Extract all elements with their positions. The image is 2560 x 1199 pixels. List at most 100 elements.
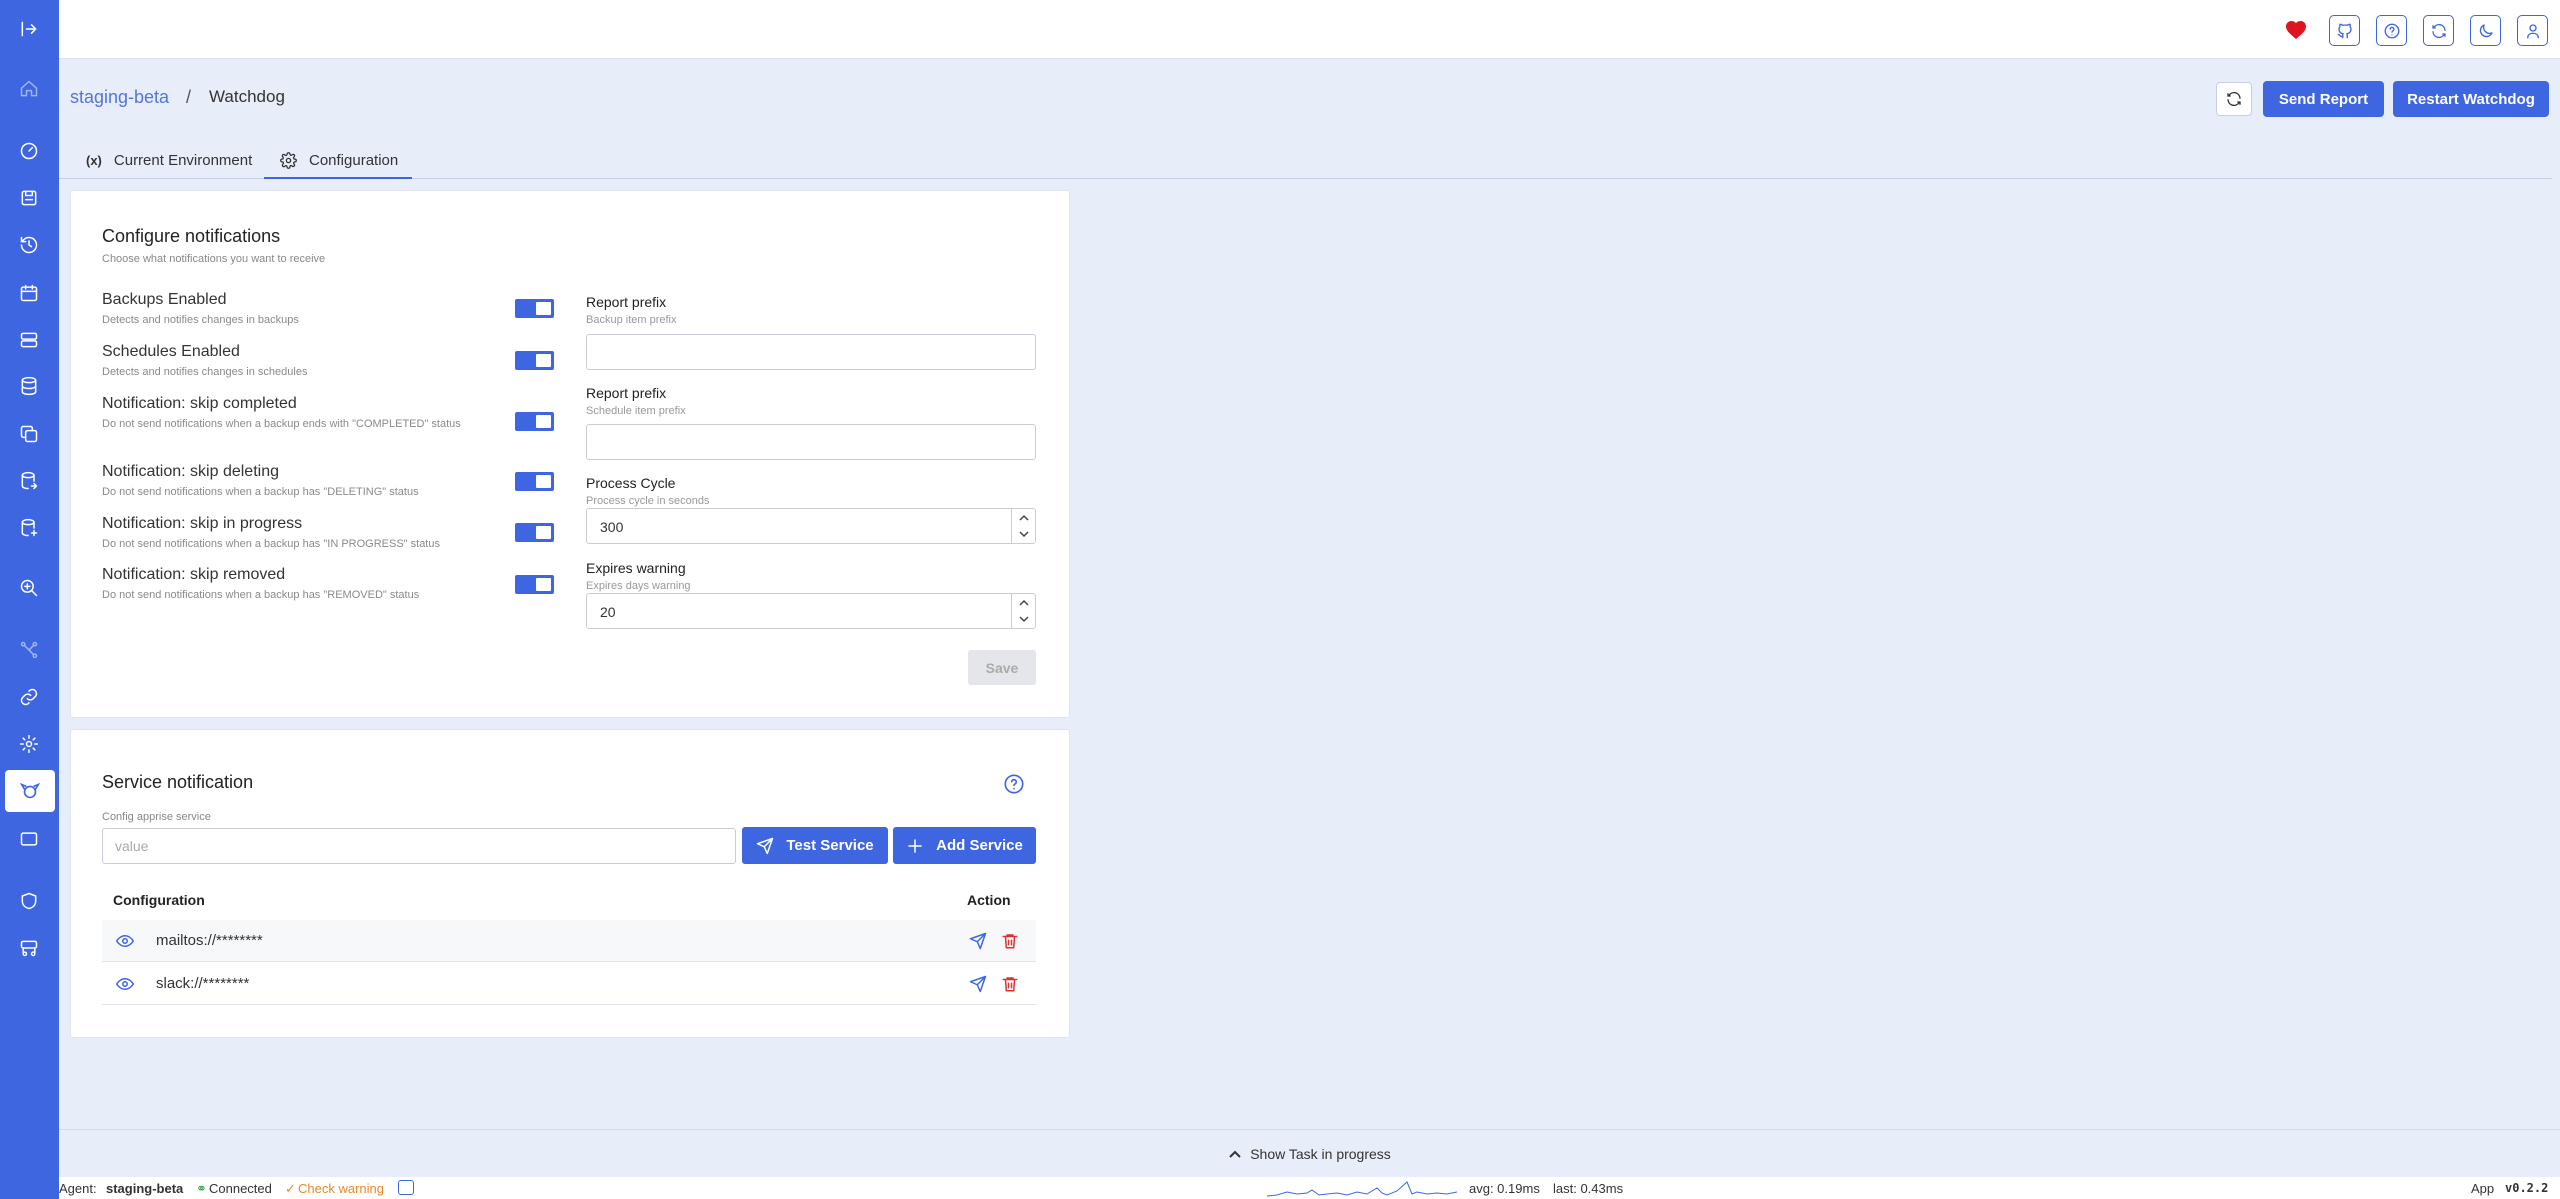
apprise-input-label: Config apprise service — [102, 811, 211, 823]
window-icon[interactable] — [17, 827, 41, 851]
tab-divider — [59, 178, 2552, 179]
expand-sidebar-icon[interactable] — [17, 17, 41, 41]
refresh-check-icon[interactable] — [398, 1180, 414, 1195]
switch[interactable] — [515, 472, 554, 491]
watchdog-nav-item[interactable] — [5, 770, 55, 812]
copies-icon[interactable] — [17, 422, 41, 446]
tab-current-environment[interactable]: (x) Current Environment — [86, 142, 252, 178]
field-sublabel: Process cycle in seconds — [586, 495, 710, 507]
settings-gear-icon[interactable] — [17, 732, 41, 756]
github-button[interactable] — [2329, 15, 2360, 46]
save-button[interactable]: Save — [968, 650, 1036, 685]
send-icon — [757, 837, 774, 854]
switch[interactable] — [515, 351, 554, 370]
chevron-down-icon[interactable] — [1019, 615, 1029, 623]
apprise-service-input[interactable]: value — [102, 828, 736, 864]
home-icon[interactable] — [17, 77, 41, 101]
eye-icon[interactable] — [116, 932, 134, 950]
toggle-description: Do not send notifications when a backup … — [102, 418, 461, 430]
switch[interactable] — [515, 575, 554, 594]
gear-icon — [280, 151, 297, 169]
help-button[interactable] — [2376, 15, 2407, 46]
database-export-icon[interactable] — [17, 469, 41, 493]
field-label: Report prefix — [586, 294, 667, 310]
last-latency: last: 0.43ms — [1553, 1181, 1624, 1196]
link-icon[interactable] — [17, 685, 41, 709]
button-label: Add Service — [936, 837, 1023, 854]
user-icon — [2526, 23, 2539, 38]
history-icon[interactable] — [17, 233, 41, 257]
column-header-action: Action — [967, 892, 1011, 908]
toggle-backups-enabled: Backups Enabled Detects and notifies cha… — [102, 291, 562, 329]
switch[interactable] — [515, 412, 554, 431]
send-report-button[interactable]: Send Report — [2263, 81, 2384, 117]
search-zoom-icon[interactable] — [17, 576, 41, 600]
connected-icon: ⚭ — [196, 1181, 207, 1196]
dark-mode-button[interactable] — [2470, 15, 2501, 46]
dashboard-gauge-icon[interactable] — [17, 139, 41, 163]
user-button[interactable] — [2517, 15, 2548, 46]
send-icon[interactable] — [969, 932, 987, 950]
app-version: v0.2.2 — [2505, 1181, 2549, 1195]
page-title: Watchdog — [209, 87, 285, 106]
app-label: App — [2471, 1181, 2495, 1196]
field-sublabel: Schedule item prefix — [586, 405, 686, 417]
tab-configuration[interactable]: Configuration — [280, 142, 398, 178]
chevron-down-icon[interactable] — [1019, 530, 1029, 538]
breadcrumb-separator: / — [186, 87, 192, 107]
eye-icon[interactable] — [116, 975, 134, 993]
help-circle-icon[interactable] — [1003, 773, 1025, 795]
check-warning-status[interactable]: Check warning — [298, 1181, 384, 1196]
sync-button[interactable] — [2423, 15, 2454, 46]
schedule-report-prefix-input[interactable] — [586, 424, 1036, 460]
field-label: Report prefix — [586, 385, 667, 401]
switch[interactable] — [515, 299, 554, 318]
chevron-up-icon — [1229, 1150, 1241, 1158]
chevron-up-icon[interactable] — [1019, 514, 1029, 522]
toggle-label: Notification: skip deleting — [102, 463, 279, 480]
server-icon[interactable] — [17, 328, 41, 352]
toggle-label: Notification: skip in progress — [102, 515, 303, 532]
refresh-button[interactable] — [2216, 82, 2252, 116]
shield-icon[interactable] — [17, 889, 41, 913]
latency-sparkline — [1267, 1181, 1457, 1197]
heart-icon[interactable] — [2284, 18, 2308, 40]
number-spinner[interactable] — [1011, 594, 1035, 628]
field-label: Process Cycle — [586, 475, 676, 491]
toggle-skip-deleting: Notification: skip deleting Do not send … — [102, 463, 562, 501]
calendar-icon[interactable] — [17, 281, 41, 305]
github-icon — [2337, 23, 2352, 38]
toggle-description: Do not send notifications when a backup … — [102, 538, 440, 550]
backup-report-prefix-input[interactable] — [586, 334, 1036, 370]
breadcrumb-parent-link[interactable]: staging-beta — [70, 87, 169, 108]
toggle-label: Notification: skip removed — [102, 566, 286, 583]
chevron-up-icon[interactable] — [1019, 599, 1029, 607]
column-header-configuration: Configuration — [113, 892, 205, 908]
variable-icon: (x) — [86, 152, 102, 168]
expires-warning-input[interactable]: 20 — [586, 593, 1036, 629]
refresh-icon — [2227, 91, 2241, 107]
show-tasks-toggle[interactable]: Show Task in progress — [59, 1129, 2560, 1177]
connection-status: Connected — [209, 1181, 272, 1196]
restart-watchdog-button[interactable]: Restart Watchdog — [2393, 81, 2549, 117]
number-spinner[interactable] — [1011, 509, 1035, 543]
agent-label: Agent: — [59, 1181, 97, 1196]
task-bar-label: Show Task in progress — [1250, 1145, 1391, 1162]
moon-icon — [2479, 23, 2493, 37]
toggle-description: Do not send notifications when a backup … — [102, 486, 419, 498]
database-icon[interactable] — [17, 374, 41, 398]
switch[interactable] — [515, 523, 554, 542]
field-sublabel: Backup item prefix — [586, 314, 677, 326]
trash-icon[interactable] — [1001, 975, 1019, 993]
add-service-button[interactable]: Add Service — [893, 827, 1036, 864]
input-value: 300 — [600, 519, 624, 535]
process-cycle-input[interactable]: 300 — [586, 508, 1036, 544]
network-icon[interactable] — [17, 638, 41, 662]
send-icon[interactable] — [969, 975, 987, 993]
backup-save-icon[interactable] — [17, 186, 41, 210]
trash-icon[interactable] — [1001, 932, 1019, 950]
plus-icon — [908, 838, 922, 853]
server-stack-icon[interactable] — [17, 936, 41, 960]
test-service-button[interactable]: Test Service — [742, 827, 888, 864]
database-add-icon[interactable] — [17, 516, 41, 540]
